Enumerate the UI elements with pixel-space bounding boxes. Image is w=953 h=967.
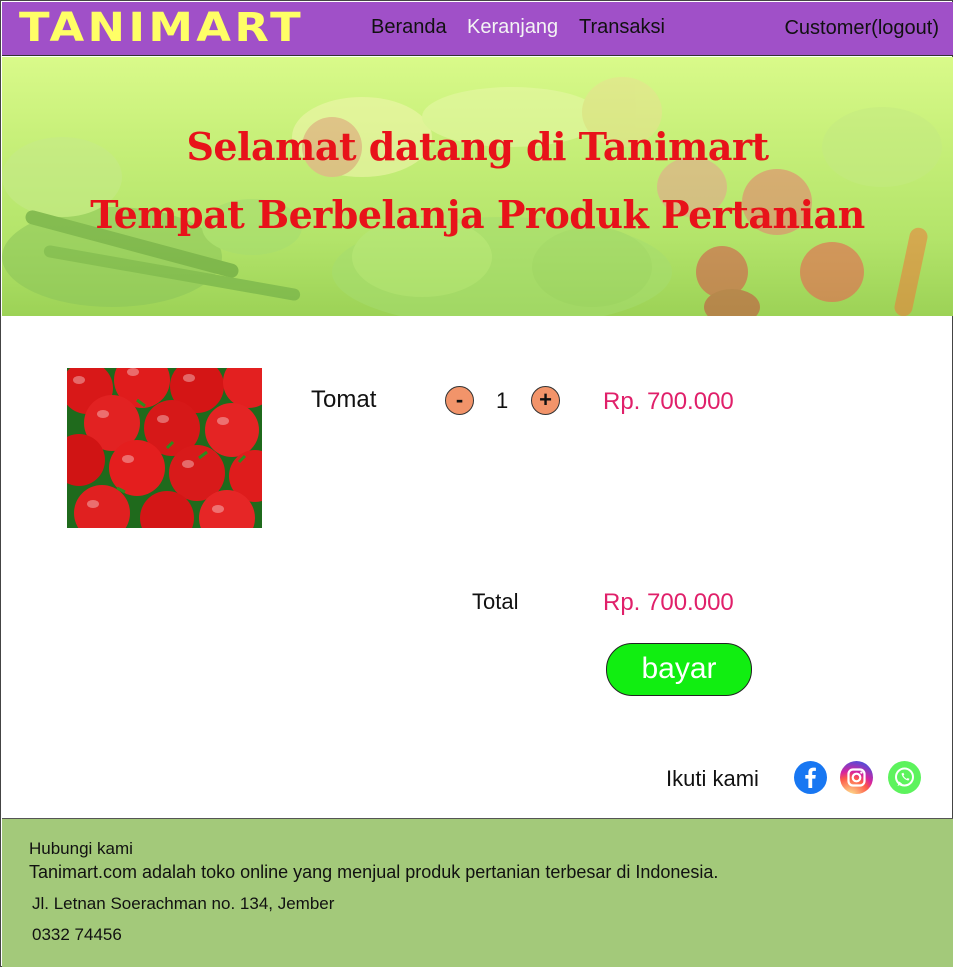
instagram-icon[interactable]	[840, 761, 873, 794]
banner-subtitle: Tempat Berbelanja Produk Pertanian	[90, 192, 865, 237]
footer-phone: 0332 74456	[32, 925, 122, 944]
pay-button[interactable]: bayar	[606, 643, 752, 696]
product-name: Tomat	[311, 386, 377, 413]
increase-quantity-button[interactable]: +	[531, 386, 560, 415]
customer-logout-link[interactable]: Customer(logout)	[784, 17, 939, 40]
vegetable-background-image	[2, 77, 942, 316]
page-frame: TANIMART Beranda Keranjang Transaksi Cus…	[0, 0, 953, 967]
banner-title: Selamat datang di Tanimart	[186, 124, 769, 169]
hero-banner: Selamat datang di Tanimart Tempat Berbel…	[2, 57, 953, 316]
footer-description: Tanimart.com adalah toko online yang men…	[29, 862, 719, 882]
product-price: Rp. 700.000	[603, 388, 734, 415]
footer: Hubungi kami Tanimart.com adalah toko on…	[2, 818, 953, 967]
top-navbar: TANIMART Beranda Keranjang Transaksi Cus…	[2, 2, 953, 56]
follow-us-label: Ikuti kami	[666, 766, 759, 791]
nav-transaksi[interactable]: Transaksi	[579, 15, 665, 39]
decrease-quantity-button[interactable]: -	[445, 386, 474, 415]
nav-beranda[interactable]: Beranda	[371, 15, 447, 39]
tomato-product-image	[67, 368, 262, 528]
quantity-value: 1	[496, 388, 509, 413]
nav-keranjang[interactable]: Keranjang	[467, 15, 558, 39]
total-value: Rp. 700.000	[603, 589, 734, 616]
footer-contact-title: Hubungi kami	[29, 839, 133, 858]
total-label: Total	[472, 589, 519, 614]
facebook-icon[interactable]	[794, 761, 827, 794]
site-logo[interactable]: TANIMART	[19, 6, 304, 50]
whatsapp-icon[interactable]	[888, 761, 921, 794]
footer-address: Jl. Letnan Soerachman no. 134, Jember	[32, 894, 335, 913]
